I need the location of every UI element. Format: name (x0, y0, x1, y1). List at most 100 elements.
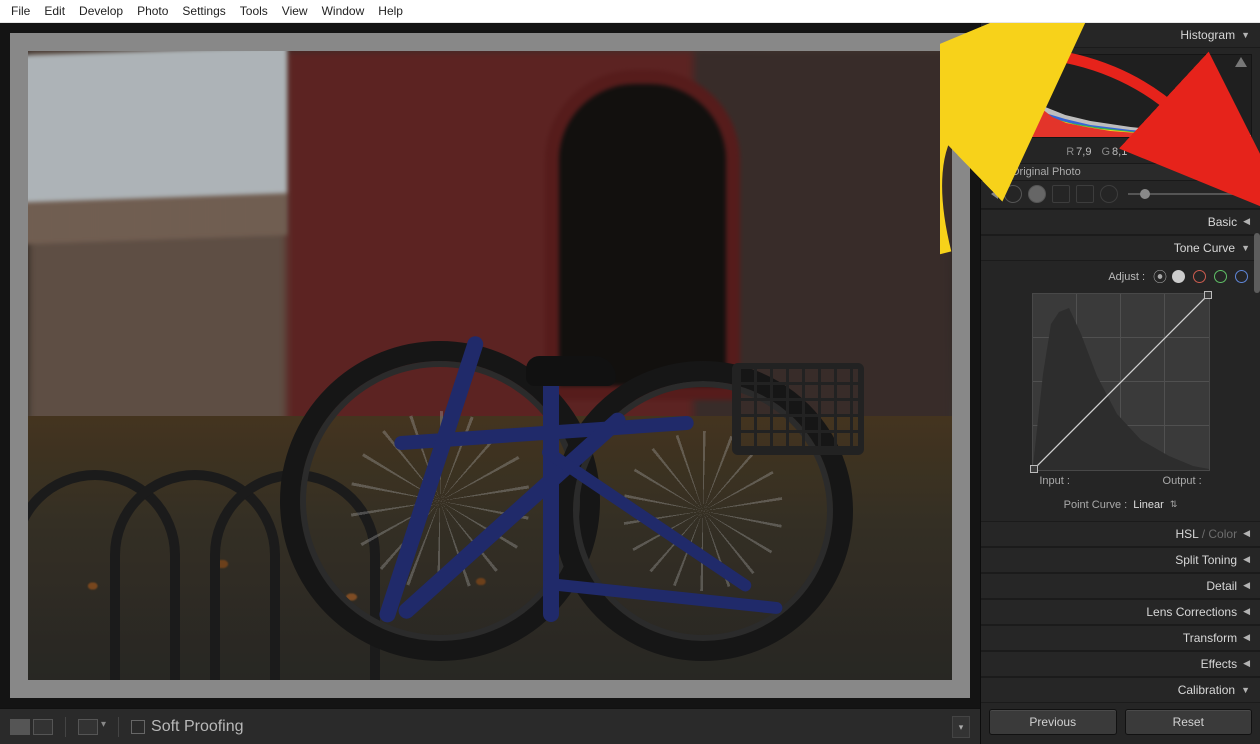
menu-settings[interactable]: Settings (175, 4, 232, 18)
main-menubar: File Edit Develop Photo Settings Tools V… (0, 0, 1260, 23)
panel-basic[interactable]: Basic ◀ (981, 209, 1260, 235)
readout-r-label: R (1066, 146, 1074, 158)
original-photo-label: Original Photo (1011, 166, 1081, 178)
panel-tone-curve-title: Tone Curve (1174, 241, 1235, 255)
soft-proofing-toggle[interactable]: Soft Proofing (131, 718, 244, 736)
scrollbar[interactable] (1254, 233, 1260, 293)
local-tools-row (981, 181, 1260, 208)
chevron-left-icon: ◀ (1243, 606, 1250, 617)
panel-histogram-title: Histogram (1180, 28, 1235, 42)
photo-bicycle (268, 171, 841, 662)
panel-transform-title: Transform (1183, 631, 1237, 645)
panel-split-toning[interactable]: Split Toning ◀ (981, 547, 1260, 573)
readout-b-unit: % (1165, 146, 1175, 158)
point-curve-label: Point Curve : (1064, 499, 1128, 511)
chevron-left-icon: ◀ (1243, 528, 1250, 539)
side-button-row: Previous Reset (981, 703, 1260, 744)
previous-button[interactable]: Previous (989, 709, 1117, 735)
panel-transform[interactable]: Transform ◀ (981, 625, 1260, 651)
before-after-mode[interactable]: ▾ (78, 719, 106, 735)
panel-detail[interactable]: Detail ◀ (981, 573, 1260, 599)
tool-size-slider[interactable] (1128, 193, 1250, 195)
panel-split-toning-title: Split Toning (1175, 553, 1237, 567)
chevron-down-icon: ▾ (959, 722, 964, 733)
readout-b-label: B (1137, 146, 1144, 158)
loupe-view-icon[interactable] (10, 719, 30, 735)
panel-calibration-title: Calibration (1178, 683, 1235, 697)
checkbox-icon[interactable] (131, 720, 145, 734)
menu-window[interactable]: Window (315, 4, 372, 18)
panel-hsl-sep: / (1198, 527, 1208, 541)
chevron-down-icon: ▼ (1241, 243, 1250, 253)
before-after-lr-icon[interactable] (33, 719, 53, 735)
point-curve-value: Linear (1133, 499, 1164, 511)
readout-r-value: 7,9 (1076, 146, 1091, 158)
menu-develop[interactable]: Develop (72, 4, 130, 18)
radial-tool-icon[interactable] (1100, 185, 1118, 203)
chevron-down-icon[interactable]: ▾ (101, 719, 106, 735)
curve-point-highlight[interactable] (1204, 291, 1212, 299)
menu-photo[interactable]: Photo (130, 4, 175, 18)
viewer-stage (0, 23, 980, 708)
chevron-left-icon: ◀ (1243, 554, 1250, 565)
chevron-left-icon: ◀ (1243, 658, 1250, 669)
reset-button[interactable]: Reset (1125, 709, 1253, 735)
input-label: Input : (1039, 475, 1070, 487)
right-panel: Histogram ▼ R7,9 G8,1 B1,9 % Original Ph… (980, 23, 1260, 744)
adjust-label: Adjust : (1108, 271, 1145, 283)
toolbar-divider (65, 717, 66, 737)
photo-windows (28, 51, 287, 245)
curve-point-shadow[interactable] (1030, 465, 1038, 473)
menu-view[interactable]: View (275, 4, 315, 18)
menu-file[interactable]: File (4, 4, 37, 18)
panel-effects[interactable]: Effects ◀ (981, 651, 1260, 677)
highlight-clip-icon[interactable] (1235, 57, 1247, 67)
panel-tone-curve[interactable]: Tone Curve ▼ (981, 235, 1260, 261)
chevron-left-icon: ◀ (1243, 580, 1250, 591)
target-adjust-icon[interactable]: ⦿ (1153, 267, 1164, 287)
output-label: Output : (1163, 475, 1202, 487)
toolbar-dropdown[interactable]: ▾ (952, 716, 970, 738)
viewer-toolbar: ▾ Soft Proofing ▾ (0, 708, 980, 744)
panel-lens-corrections[interactable]: Lens Corrections ◀ (981, 599, 1260, 625)
chevron-down-icon: ▼ (1241, 685, 1250, 695)
redeye-tool-icon[interactable] (1052, 185, 1070, 203)
viewer-area: ▾ Soft Proofing ▾ (0, 23, 980, 744)
chevron-left-icon: ◀ (1243, 216, 1250, 227)
panel-effects-title: Effects (1201, 657, 1237, 671)
point-curve-select[interactable]: Point Curve : Linear ⇅ (993, 499, 1248, 511)
shadow-clip-icon[interactable] (994, 57, 1006, 67)
chevron-left-icon: ◀ (1243, 632, 1250, 643)
panel-histogram[interactable]: Histogram ▼ (981, 23, 1260, 48)
channel-rgb-icon[interactable] (1172, 270, 1185, 283)
app-frame: ▾ Soft Proofing ▾ Histogram ▼ (0, 23, 1260, 744)
channel-green-icon[interactable] (1214, 270, 1227, 283)
panel-hsl-color[interactable]: HSL / Color ◀ (981, 521, 1260, 547)
before-after-split-icon[interactable] (78, 719, 98, 735)
menu-help[interactable]: Help (371, 4, 410, 18)
channel-blue-icon[interactable] (1235, 270, 1248, 283)
view-mode-toggle[interactable] (10, 719, 53, 735)
updown-icon: ⇅ (1170, 499, 1178, 511)
soft-proofing-label: Soft Proofing (151, 718, 244, 736)
curve-diagonal (1033, 294, 1209, 470)
panel-color-title: Color (1208, 527, 1237, 541)
tone-curve-editor[interactable] (1032, 293, 1210, 471)
readout-g-label: G (1101, 146, 1110, 158)
gradient-tool-icon[interactable] (1076, 185, 1094, 203)
photo-preview[interactable] (28, 51, 952, 680)
histogram-readout: R7,9 G8,1 B1,9 % (981, 144, 1260, 163)
histogram-display[interactable] (989, 54, 1252, 138)
toolbar-divider (118, 717, 119, 737)
square-icon (991, 166, 1003, 178)
original-photo-toggle[interactable]: Original Photo (981, 163, 1260, 182)
menu-edit[interactable]: Edit (37, 4, 72, 18)
channel-red-icon[interactable] (1193, 270, 1206, 283)
menu-tools[interactable]: Tools (233, 4, 275, 18)
readout-g-value: 8,1 (1112, 146, 1127, 158)
triangle-left-icon[interactable] (991, 189, 998, 199)
panel-calibration[interactable]: Calibration ▼ (981, 677, 1260, 703)
spot-tool-icon[interactable] (1028, 185, 1046, 203)
panel-hsl-title: HSL (1175, 527, 1198, 541)
crop-tool-icon[interactable] (1004, 185, 1022, 203)
